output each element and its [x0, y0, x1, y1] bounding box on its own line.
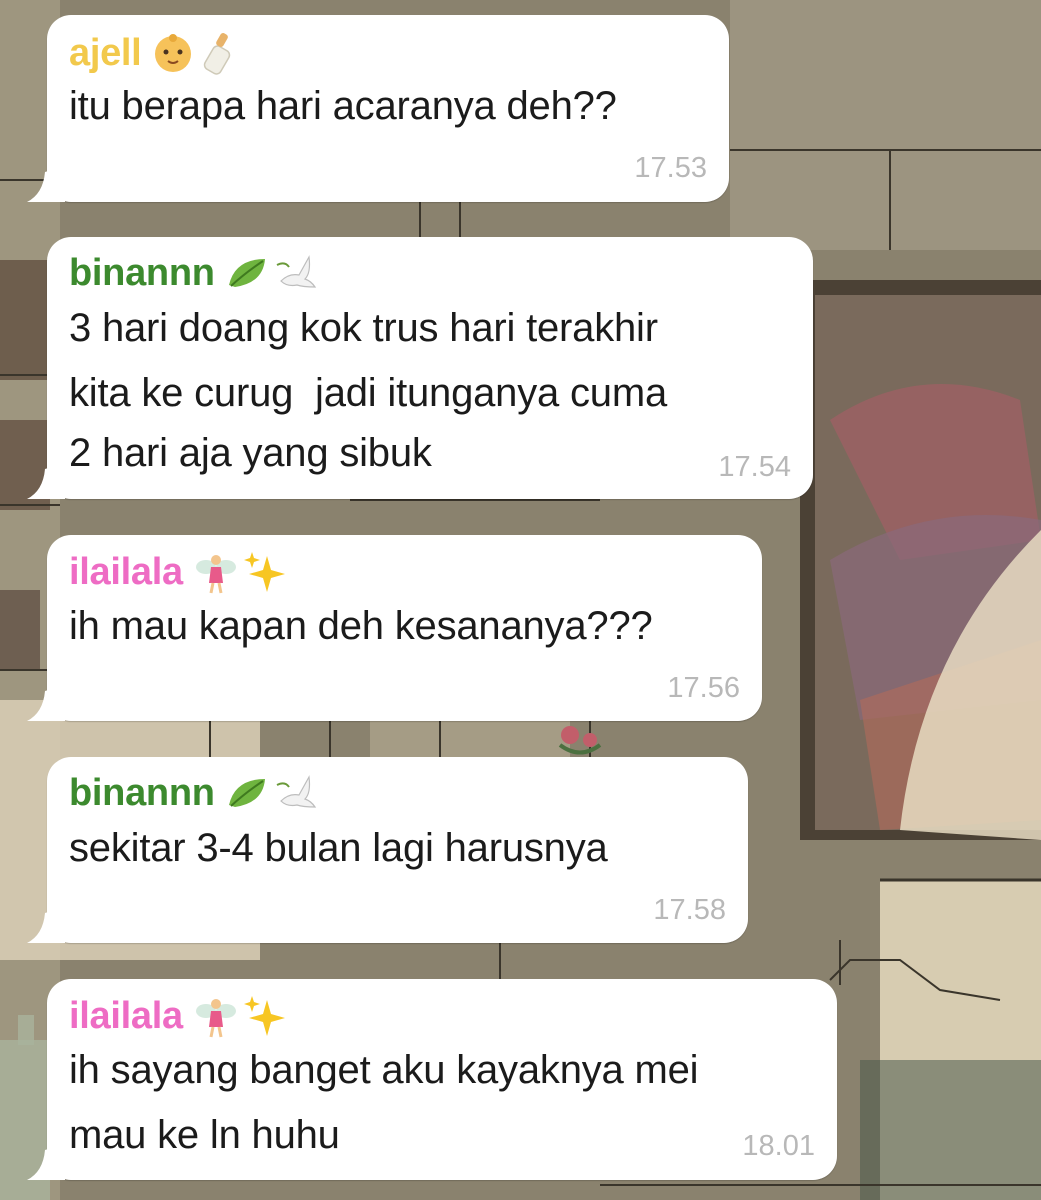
message-timestamp: 17.58 [653, 894, 726, 926]
message-text: sekitar 3-4 bulan lagi harusnya [69, 826, 608, 870]
sparkles-icon [243, 996, 285, 1036]
message-timestamp: 18.01 [742, 1130, 815, 1162]
message-text: 3 hari doang kok trus hari terakhir [69, 306, 658, 350]
bubble-tail [27, 907, 65, 943]
message-bubble[interactable]: ilailala ih sayang banget aku kayaknya m… [27, 979, 837, 1180]
message-text: 2 hari aja yang sibuk [69, 431, 432, 475]
bubble-tail [27, 1144, 65, 1180]
message-timestamp: 17.56 [667, 672, 740, 704]
message-timestamp: 17.54 [718, 451, 791, 483]
sender-name[interactable]: ilailala [69, 549, 287, 595]
fairy-icon [195, 555, 236, 594]
baby-face-icon [155, 34, 192, 72]
message-text: kita ke curug jadi itunganya cuma [69, 371, 667, 415]
leaf-icon [228, 259, 265, 287]
message-bubble[interactable]: ilailala ih mau kapan deh kesananya??? 1… [27, 535, 762, 721]
baby-bottle-icon [204, 33, 231, 75]
sender-name[interactable]: binannn [69, 251, 321, 295]
message-bubble[interactable]: binannn 3 hari doang kok trus hari terak… [27, 237, 813, 499]
bubble-tail [27, 166, 65, 202]
message-bubble[interactable]: binannn sekitar 3-4 bulan lagi harusnya … [27, 757, 748, 943]
dove-icon [276, 255, 316, 288]
message-timestamp: 17.53 [634, 152, 707, 184]
dove-icon [276, 775, 316, 808]
message-text: mau ke ln huhu [69, 1113, 340, 1157]
message-bubble[interactable]: ajell itu berapa hari acaranya deh?? 17.… [27, 15, 729, 202]
fairy-icon [195, 999, 236, 1038]
message-text: itu berapa hari acaranya deh?? [69, 84, 617, 128]
sender-name[interactable]: ajell [69, 29, 239, 77]
message-text: ih sayang banget aku kayaknya mei [69, 1048, 699, 1092]
bubble-tail [27, 685, 65, 721]
sender-name[interactable]: binannn [69, 771, 321, 815]
message-text: ih mau kapan deh kesananya??? [69, 604, 653, 648]
sparkles-icon [243, 552, 285, 592]
leaf-icon [228, 779, 265, 807]
bubble-tail [27, 463, 65, 499]
sender-name[interactable]: ilailala [69, 993, 287, 1039]
